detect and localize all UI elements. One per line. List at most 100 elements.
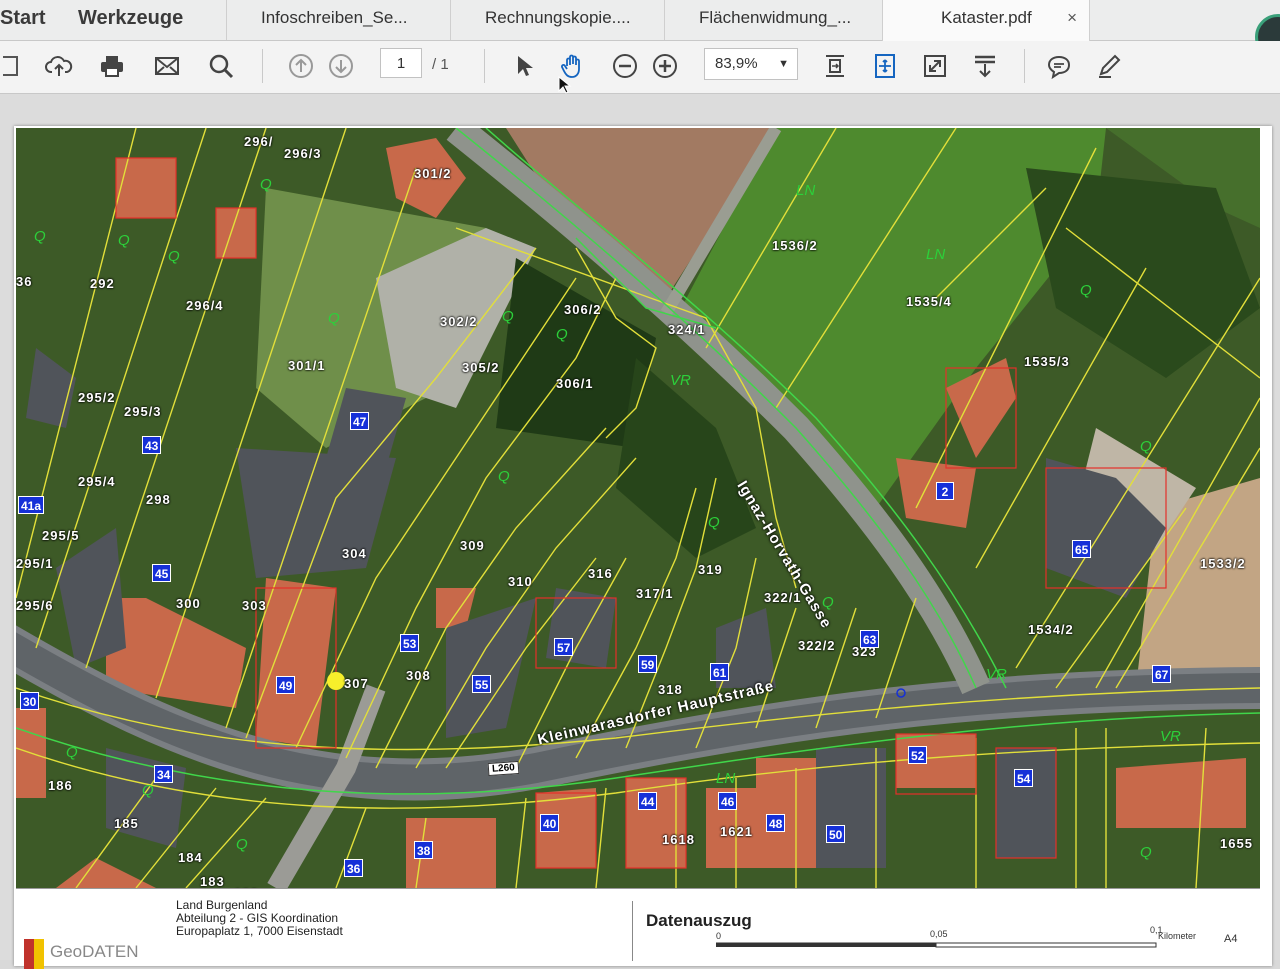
tab-label: Infoschreiben_Se... <box>261 8 408 27</box>
parcel-number: 310 <box>508 574 533 589</box>
parcel-number: 302/2 <box>440 314 478 329</box>
comment-icon[interactable] <box>1042 49 1076 83</box>
parcel-number: 1535/3 <box>1024 354 1070 369</box>
house-number-badge: 65 <box>1072 540 1092 558</box>
zoom-select[interactable]: 83,9% ▼ <box>704 48 798 80</box>
zoning-code: Q <box>236 836 248 853</box>
cloud-upload-icon[interactable] <box>42 49 76 83</box>
cadastral-map[interactable]: 296/296/3 301/2 36 292 296/4 302/2 306/2 324/1 1… <box>16 128 1260 888</box>
page-number-input[interactable]: 1 <box>380 48 422 78</box>
parcel-number: 295/5 <box>42 528 80 543</box>
parcel-number: 309 <box>460 538 485 553</box>
parcel-number: 185 <box>114 816 139 831</box>
tab-infoschreiben[interactable]: Infoschreiben_Se... <box>226 0 450 40</box>
parcel-number: 295/1 <box>16 556 54 571</box>
house-number-badge: 53 <box>400 634 420 652</box>
zoning-code: Q <box>328 310 340 327</box>
parcel-number: 301/1 <box>288 358 326 373</box>
parcel-number: 295/6 <box>16 598 54 613</box>
zoning-code: Q <box>34 228 46 245</box>
tab-start[interactable]: Start <box>0 0 46 40</box>
parcel-number: 295/4 <box>78 474 116 489</box>
zoning-code: VR <box>1160 728 1181 745</box>
house-number-badge: 2 <box>936 482 954 500</box>
zoning-code: Q <box>502 308 514 325</box>
parcel-number: 183 <box>200 874 225 888</box>
house-number-badge: 61 <box>710 663 730 681</box>
parcel-number: 301/2 <box>414 166 452 181</box>
parcel-number: 1533/2 <box>1200 556 1246 571</box>
zoning-code: Q <box>1140 844 1152 861</box>
document-title: Datenauszug <box>646 911 752 930</box>
zoning-code: VR <box>986 666 1007 683</box>
search-icon[interactable] <box>204 49 238 83</box>
toolbar-separator <box>484 49 485 83</box>
geodaten-logo: GeoDATEN <box>24 939 139 969</box>
house-number-badge: 54 <box>1014 769 1034 787</box>
print-icon[interactable] <box>95 49 129 83</box>
parcel-number: 306/1 <box>556 376 594 391</box>
svg-text:GeoDATEN: GeoDATEN <box>50 942 139 961</box>
fit-page-icon[interactable] <box>818 49 852 83</box>
parcel-number: 296/ <box>244 134 274 149</box>
zoom-out-icon[interactable] <box>608 49 642 83</box>
parcel-number: 322/2 <box>798 638 836 653</box>
parcel-number: 316 <box>588 566 613 581</box>
parcel-number: 307 <box>344 676 369 691</box>
select-cursor-icon[interactable] <box>506 49 540 83</box>
tab-label: Flächenwidmung_... <box>699 8 852 27</box>
fullscreen-icon[interactable] <box>918 49 952 83</box>
house-number-badge: 52 <box>908 746 928 764</box>
zoning-code: Q <box>498 468 510 485</box>
house-number-badge: 47 <box>350 412 370 430</box>
parcel-number: 1618 <box>662 832 695 847</box>
zoning-code: Q <box>260 176 272 193</box>
house-number-badge: 36 <box>344 859 364 877</box>
organisation-address: Land Burgenland Abteilung 2 - GIS Koordi… <box>176 899 343 938</box>
zoning-code: Q <box>142 782 154 799</box>
tab-label: Kataster.pdf <box>941 8 1032 27</box>
footer-divider <box>632 901 633 961</box>
map-footer: GeoDATEN Land Burgenland Abteilung 2 - G… <box>16 888 1260 969</box>
mail-icon[interactable] <box>150 49 184 83</box>
house-number-badge: 43 <box>142 436 162 454</box>
zoom-in-icon[interactable] <box>648 49 682 83</box>
org-line: Europaplatz 1, 7000 Eisenstadt <box>176 924 343 938</box>
parcel-number: 1536/2 <box>772 238 818 253</box>
mouse-cursor-icon <box>558 76 572 94</box>
pen-icon[interactable] <box>1092 49 1126 83</box>
save-icon[interactable] <box>0 49 34 83</box>
scale-bar: 0 0,05 0,1 Kilometer <box>716 925 1216 949</box>
parcel-number: 306/2 <box>564 302 602 317</box>
tab-flaechenwidmung[interactable]: Flächenwidmung_... <box>664 0 882 40</box>
tab-bar: Start Werkzeuge Infoschreiben_Se... Rech… <box>0 0 1280 60</box>
marquee-zoom-icon[interactable] <box>868 49 902 83</box>
scale-label: 0 <box>716 931 722 941</box>
house-number-badge: 40 <box>540 814 560 832</box>
tab-rechnungskopie[interactable]: Rechnungskopie.... <box>450 0 664 40</box>
parcel-number: 300 <box>176 596 201 611</box>
tab-kataster[interactable]: Kataster.pdf × <box>882 0 1090 41</box>
prev-page-icon[interactable] <box>284 49 318 83</box>
parcel-number: 319 <box>698 562 723 577</box>
parcel-number: 324/1 <box>668 322 706 337</box>
toolbar-separator <box>262 49 263 83</box>
tab-werkzeuge[interactable]: Werkzeuge <box>78 0 183 40</box>
house-number-badge: 57 <box>554 638 574 656</box>
scale-label: 0,05 <box>930 929 948 939</box>
close-icon[interactable]: × <box>1067 0 1077 36</box>
house-number-badge: 50 <box>826 825 846 843</box>
zoning-code: LN <box>926 246 946 263</box>
zoning-code: LN <box>716 770 736 787</box>
house-number-badge: 41a <box>18 496 45 514</box>
parcel-number: 1655 <box>1220 836 1253 851</box>
next-page-icon[interactable] <box>324 49 358 83</box>
scroll-mode-icon[interactable] <box>968 49 1002 83</box>
house-number-badge: 38 <box>414 841 434 859</box>
house-number-badge: 34 <box>154 765 174 783</box>
zoning-code: Q <box>1140 438 1152 455</box>
house-number-badge: 59 <box>638 655 658 673</box>
house-number-badge: 30 <box>20 692 40 710</box>
tab-label: Rechnungskopie.... <box>485 8 631 27</box>
zoning-code: VR <box>670 372 691 389</box>
